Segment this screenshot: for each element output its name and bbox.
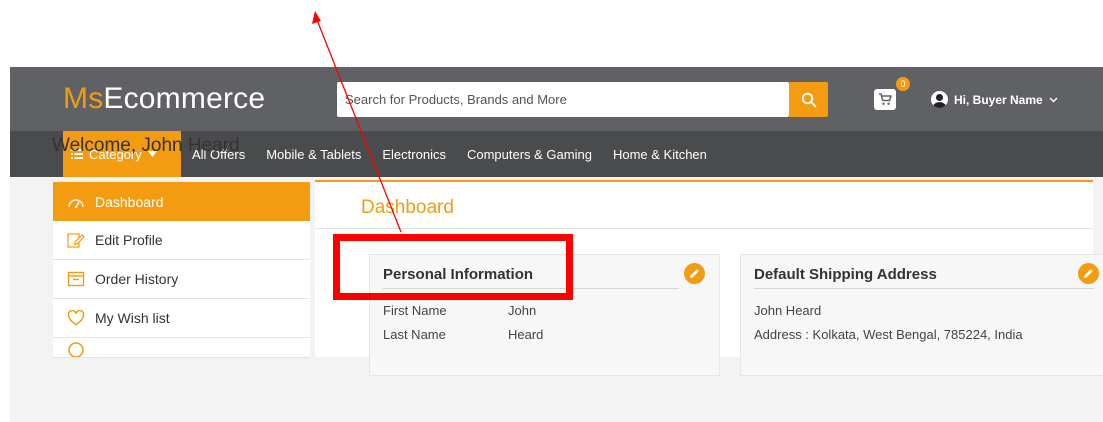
edit-personal-button[interactable] <box>684 263 705 284</box>
user-avatar-icon <box>931 91 948 108</box>
sidebar-item-order-history[interactable]: Order History <box>53 260 310 299</box>
edit-shipping-button[interactable] <box>1078 263 1099 284</box>
search-box <box>337 82 789 117</box>
cart-button[interactable] <box>874 89 896 110</box>
panel-divider <box>315 228 1093 229</box>
card-divider <box>754 288 1094 289</box>
nav-links: All Offers Mobile & Tablets Electronics … <box>192 131 728 177</box>
dashboard-icon <box>68 198 84 208</box>
cart-count-badge: 0 <box>896 77 910 91</box>
sidebar-item-dashboard[interactable]: Dashboard <box>53 182 310 221</box>
first-name-label: First Name <box>383 303 447 318</box>
order-history-icon <box>67 271 85 287</box>
account-sidebar: Dashboard Edit Profile Order History My … <box>53 182 310 358</box>
shipping-address: Address : Kolkata, West Bengal, 785224, … <box>754 327 1023 342</box>
chevron-down-icon <box>1049 97 1058 102</box>
user-greeting: Hi, Buyer Name <box>954 92 1043 107</box>
logo-ecommerce: Ecommerce <box>103 82 266 115</box>
page-title: Dashboard <box>361 197 454 218</box>
nav-link-computers-gaming[interactable]: Computers & Gaming <box>467 147 592 162</box>
cart-icon <box>879 93 892 105</box>
sidebar-item-label: My Wish list <box>95 310 170 326</box>
search-icon <box>801 92 816 107</box>
first-name-value: John <box>508 303 537 318</box>
pencil-icon <box>1084 269 1093 278</box>
search-button[interactable] <box>789 82 828 117</box>
welcome-heading: Welcome, John Heard <box>52 135 240 156</box>
sidebar-item-label: Dashboard <box>95 193 164 210</box>
logo-ms: Ms <box>63 82 104 115</box>
user-menu[interactable]: Hi, Buyer Name <box>931 91 1058 108</box>
sidebar-item-label: Edit Profile <box>95 232 163 248</box>
shipping-name: John Heard <box>754 303 822 318</box>
site-logo[interactable]: MsEcommerce <box>63 82 265 116</box>
sidebar-item-edit-profile[interactable]: Edit Profile <box>53 221 310 260</box>
sidebar-item-wish-list[interactable]: My Wish list <box>53 299 310 338</box>
search-input[interactable] <box>337 82 785 117</box>
nav-link-electronics[interactable]: Electronics <box>382 147 446 162</box>
circle-icon <box>68 342 84 357</box>
nav-link-home-kitchen[interactable]: Home & Kitchen <box>613 147 707 162</box>
heart-icon <box>67 310 85 326</box>
nav-link-mobile-tablets[interactable]: Mobile & Tablets <box>266 147 361 162</box>
top-header: MsEcommerce 0 Hi, Buyer Name <box>10 67 1103 131</box>
card-title: Default Shipping Address <box>754 266 937 283</box>
annotation-highlight-box <box>333 234 573 300</box>
last-name-value: Heard <box>508 327 544 342</box>
pencil-icon <box>690 269 699 278</box>
shipping-address-card: Default Shipping Address John Heard Addr… <box>740 254 1103 376</box>
sidebar-item-more[interactable] <box>53 338 310 358</box>
edit-profile-icon <box>67 233 85 248</box>
sidebar-item-label: Order History <box>95 271 179 287</box>
last-name-label: Last Name <box>383 327 446 342</box>
